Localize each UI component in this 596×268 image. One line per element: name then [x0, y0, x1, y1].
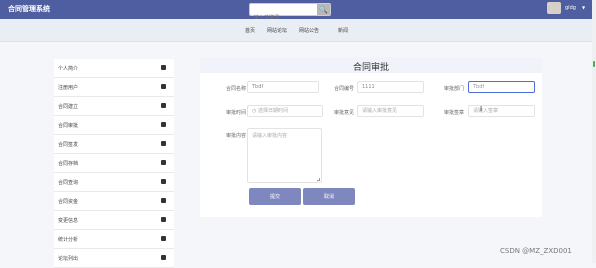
app-title: 合同管理系统	[8, 5, 50, 13]
sidebar-item-label: 变更信息	[58, 217, 79, 224]
lock-icon	[161, 65, 166, 70]
sidebar-item-contract-funds[interactable]: 合同资金	[54, 192, 174, 211]
approve-time-label: 审批时间	[226, 110, 247, 116]
approve-time-field[interactable]: ◷ 选择日期时间	[247, 105, 323, 117]
approve-time-placeholder: 选择日期时间	[257, 108, 288, 114]
lock-icon	[161, 236, 166, 241]
sidebar-item-label: 合同查询	[58, 179, 79, 186]
approve-content-placeholder: 请输入审批内容	[252, 133, 288, 139]
sidebar-item-contract-create[interactable]: 合同建立	[54, 97, 174, 116]
sidebar-item-label: 合同存档	[58, 160, 79, 167]
contract-no-field[interactable]: 1111	[357, 81, 424, 93]
sidebar-item-label: 个人简介	[58, 65, 79, 72]
sidebar-item-contract-issue[interactable]: 合同签发	[54, 135, 174, 154]
dept-label: 审批部门	[444, 86, 465, 92]
sidebar-item-label: 统计分析	[58, 236, 79, 243]
resize-handle-icon[interactable]	[317, 178, 320, 181]
sidebar: 个人简介 注册用户 合同建立 合同审批 合同签发 合同存档 合同查询 合同资金 …	[54, 59, 174, 268]
nav-home[interactable]: 首页	[245, 27, 255, 34]
approver-sign-label: 审批签章	[444, 110, 465, 116]
sidebar-item-label: 合同资金	[58, 198, 79, 205]
contract-name-field[interactable]: Tbdf	[247, 81, 319, 93]
sidebar-item-profile[interactable]: 个人简介	[54, 59, 174, 78]
sidebar-item-label: 合同签发	[58, 141, 79, 148]
top-bar: 合同管理系统 🔍 gldg ▼	[0, 0, 596, 24]
lock-icon	[161, 255, 166, 260]
scroll-thumb[interactable]	[593, 61, 595, 67]
sidebar-item-contract-approve[interactable]: 合同审批	[54, 116, 174, 135]
lock-icon	[161, 179, 166, 184]
lock-icon	[161, 84, 166, 89]
sidebar-item-contract-query[interactable]: 合同查询	[54, 173, 174, 192]
lock-icon	[161, 198, 166, 203]
watermark: CSDN @MZ_ZXD001	[500, 247, 572, 255]
nav-notice[interactable]: 网站公告	[299, 27, 319, 34]
search-icon: 🔍	[319, 5, 328, 14]
lock-icon	[161, 217, 166, 222]
search-button[interactable]: 🔍	[317, 4, 330, 15]
lock-icon	[161, 122, 166, 127]
lock-icon	[161, 103, 166, 108]
contract-no-label: 合同编号	[334, 86, 355, 92]
user-name[interactable]: gldg	[565, 5, 576, 11]
avatar[interactable]	[547, 2, 561, 14]
sidebar-item-statistics[interactable]: 统计分析	[54, 230, 174, 249]
approve-content-label: 审批内容	[226, 133, 247, 139]
nav-divider	[0, 41, 596, 42]
sidebar-item-contract-archive[interactable]: 合同存档	[54, 154, 174, 173]
approve-opinion-label: 审批意见	[334, 110, 355, 116]
contract-name-label: 合同名称	[226, 86, 247, 92]
scrollbar[interactable]	[592, 0, 596, 263]
sidebar-item-label: 注册用户	[58, 84, 79, 91]
search-box[interactable]: 🔍	[249, 3, 331, 24]
sidebar-item-forum-list[interactable]: 论坛列出	[54, 249, 174, 268]
main-nav: 首页 网站论坛 网站公告 新闻	[0, 19, 596, 41]
approver-sign-field[interactable]: 请输入签章	[468, 105, 535, 117]
sidebar-item-change-info[interactable]: 变更信息	[54, 211, 174, 230]
nav-forum[interactable]: 网站论坛	[267, 27, 287, 34]
chevron-down-icon[interactable]: ▼	[582, 5, 585, 10]
sidebar-item-users[interactable]: 注册用户	[54, 78, 174, 97]
submit-button[interactable]: 提交	[249, 188, 301, 205]
sidebar-item-label: 论坛列出	[58, 255, 79, 262]
form-title: 合同审批	[352, 63, 389, 73]
nav-news[interactable]: 新闻	[338, 27, 348, 34]
sidebar-item-label: 合同审批	[58, 122, 79, 129]
sidebar-item-label: 合同建立	[58, 103, 79, 110]
dept-field[interactable]: Tbdf	[468, 81, 535, 93]
approval-form-card: 合同审批 合同名称 Tbdf 合同编号 1111 审批部门 Tbdf 审批时间 …	[200, 57, 542, 217]
approve-content-textarea[interactable]: 请输入审批内容	[247, 128, 322, 183]
lock-icon	[161, 160, 166, 165]
text-cursor-icon: I	[480, 105, 483, 113]
cancel-button[interactable]: 取消	[303, 188, 355, 205]
lock-icon	[161, 141, 166, 146]
approve-opinion-field[interactable]: 请输入审批意见	[357, 105, 424, 117]
